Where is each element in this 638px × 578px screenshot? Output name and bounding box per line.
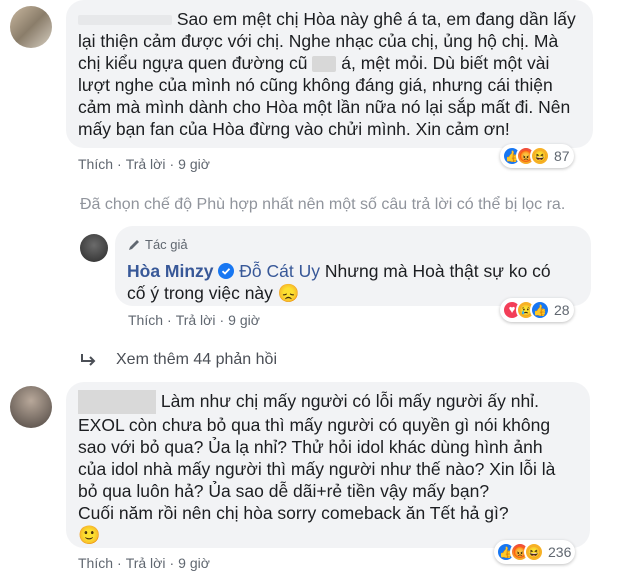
reply-link[interactable]: Trả lời [126,555,166,571]
comment-2-reactions[interactable]: 👍 😡 😆 236 [494,540,576,564]
view-more-replies[interactable]: Xem thêm 44 phản hồi [80,351,277,369]
author-badge-label: Tác giả [145,237,188,252]
commenter-2-name-blurred[interactable] [78,390,156,415]
pencil-icon [129,240,139,250]
verified-icon [218,263,235,279]
comment-1-line-2: lại thiện cảm được với chị. Nghe nhạc củ… [78,31,559,51]
timestamp[interactable]: 9 giờ [178,156,210,172]
reaction-count: 28 [554,302,570,318]
censored-word [312,56,337,73]
like-reaction-icon: 👍 [530,300,550,320]
reaction-count: 236 [548,544,572,560]
comment-2-line-6: Cuối năm rồi nên chị hòa sorry comeback … [78,503,509,524]
reply-link[interactable]: Trả lời [126,156,166,172]
mention-link[interactable]: Đỗ Cát Uy [239,261,320,281]
like-link[interactable]: Thích [78,555,113,571]
author-name[interactable]: Hòa Minzy [127,261,214,281]
like-link[interactable]: Thích [78,156,113,172]
filter-notice: Đã chọn chế độ Phù hợp nhất nên một số c… [80,196,566,213]
reply-line-2: cố ý trong việc này [127,283,273,303]
comment-2-line-3: sao với bỏ qua? Ủa lạ nhỉ? Thử hỏi idol … [78,437,543,458]
author-badge: Tác giả [127,234,579,256]
comment-1-bubble: Sao em mệt chị Hòa này ghê á ta, em đang… [66,0,593,148]
comment-2-bubble: Làm như chị mấy người có lỗi mấy người ấ… [66,382,590,548]
reply-link[interactable]: Trả lời [176,312,216,328]
comment-2-actions: Thích · Trả lời · 9 giờ [78,555,210,571]
reply-arrow-icon [81,354,96,366]
comment-1-line-3: chị kiểu ngựa quen đường cũ [78,53,308,73]
commenter-1-avatar[interactable] [10,6,52,48]
commenter-2-avatar[interactable] [10,386,52,428]
haha-reaction-icon: 😆 [530,146,550,166]
comment-1-reactions[interactable]: 👍 😡 😆 87 [500,144,574,168]
comment-2-line-5: bỏ qua luôn hả? Ủa sao dễ dãi+rẻ tiền vậ… [78,481,490,502]
timestamp[interactable]: 9 giờ [228,312,260,328]
view-more-label: Xem thêm 44 phản hồi [116,351,277,368]
reply-line-1: Nhưng mà Hoà thật sự ko có [324,261,551,281]
comment-1-line-4: lượt nghe của mình nó cũng không đáng gi… [78,75,553,95]
commenter-1-name-blurred[interactable] [78,15,172,26]
reaction-count: 87 [554,148,570,164]
comment-2-line-2: EXOL còn chưa bỏ qua thì mấy người có qu… [78,415,551,436]
author-avatar[interactable] [80,234,108,262]
timestamp[interactable]: 9 giờ [178,555,210,571]
comment-1-line-5: cảm mà mình dành cho Hòa một lần nữa nó … [78,97,571,117]
comment-1-line-3-tail: á, mệt mỏi. Dù biết một vài [341,53,550,73]
reply-reactions[interactable]: ♥ 😢 👍 28 [500,298,574,322]
comment-2-line-1: Làm như chị mấy người có lỗi mấy người ấ… [160,391,539,411]
comment-2-line-4: của idol nhà mấy người thì mấy người như… [78,459,556,480]
like-link[interactable]: Thích [128,312,163,328]
reply-actions: Thích · Trả lời · 9 giờ [128,312,260,328]
disappointed-emoji-icon: 😞 [277,283,300,303]
comment-1-actions: Thích · Trả lời · 9 giờ [78,156,210,172]
haha-reaction-icon: 😆 [524,542,544,562]
reply-bubble: Tác giả Hòa Minzy Đỗ Cát Uy Nhưng mà Hoà… [115,226,591,306]
comment-1-line-1: Sao em mệt chị Hòa này ghê á ta, em đang… [176,9,576,29]
comment-1-line-6: mấy bạn fan của Hòa đừng vào chửi mình. … [78,119,510,139]
